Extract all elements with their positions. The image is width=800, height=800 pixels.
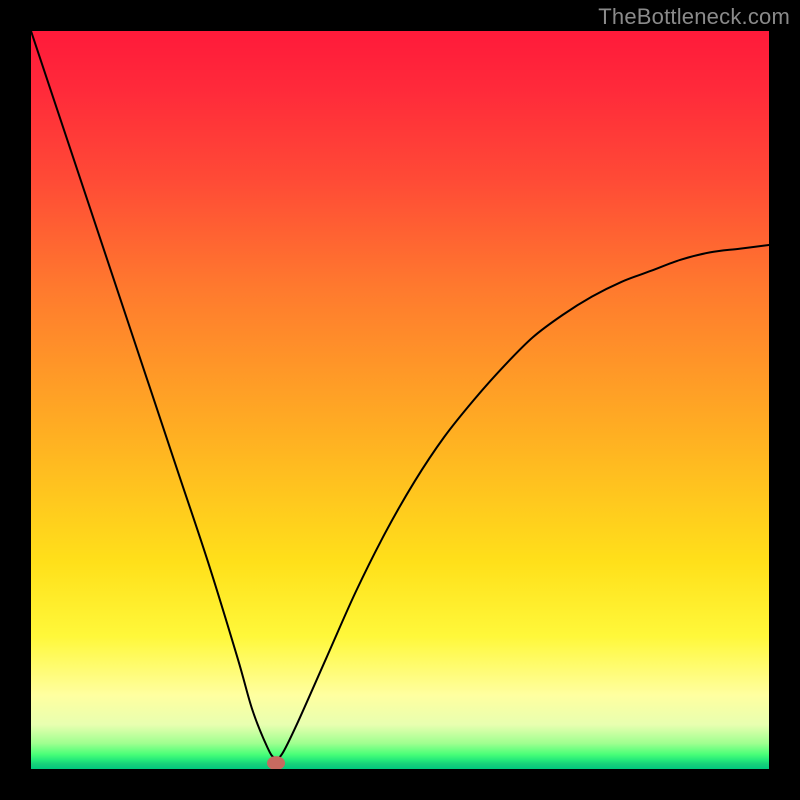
watermark-text: TheBottleneck.com [598,4,790,30]
bottleneck-curve-path [31,31,769,759]
plot-area [31,31,769,769]
bottleneck-curve-svg [31,31,769,769]
optimal-point-marker [267,756,285,769]
chart-frame: TheBottleneck.com [0,0,800,800]
